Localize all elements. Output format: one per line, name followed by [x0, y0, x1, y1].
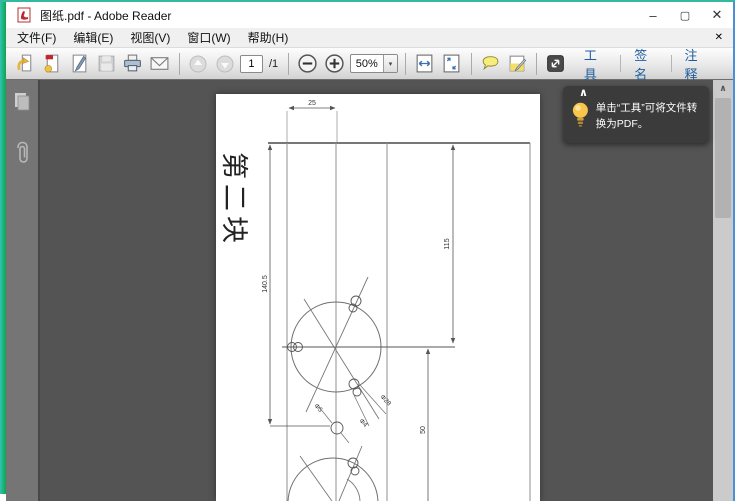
minus-circle-icon: [297, 53, 318, 74]
vertical-scrollbar[interactable]: ∧: [713, 80, 733, 501]
zoom-out-button[interactable]: [296, 51, 320, 76]
comment-panel-button[interactable]: 注释: [672, 45, 721, 83]
toolbar-separator: [471, 53, 472, 75]
fullscreen-button[interactable]: [544, 51, 568, 76]
toolbar-separator: [405, 53, 406, 75]
zoom-in-button[interactable]: [323, 51, 347, 76]
hole-phi5-label: Φ5: [313, 403, 324, 414]
toolbar-separator: [179, 53, 180, 75]
dim-right-label: 115: [444, 238, 451, 249]
page-count-label: /1: [269, 58, 278, 70]
fit-page-icon: [441, 53, 462, 74]
save-button[interactable]: [94, 51, 118, 76]
open-file-button[interactable]: [14, 51, 38, 76]
email-icon: [149, 53, 170, 74]
maximize-button[interactable]: ▢: [669, 3, 701, 27]
hole-phi4-label: Φ4: [358, 418, 369, 429]
fit-page-button[interactable]: [440, 51, 464, 76]
part-label: 第二块: [219, 152, 249, 248]
sign-pen-icon: [507, 53, 528, 74]
close-button[interactable]: ✕: [701, 3, 733, 27]
toolbar-separator: [288, 53, 289, 75]
create-pdf-icon: [42, 53, 63, 74]
toolbar-separator: [536, 53, 537, 75]
open-file-icon: [15, 53, 36, 74]
create-pdf-button[interactable]: [41, 51, 65, 76]
speech-bubble-icon: [480, 53, 501, 74]
edit-document-button[interactable]: [68, 51, 92, 76]
fit-width-button[interactable]: [413, 51, 437, 76]
tools-hint-popup: ∧ 单击“工具”可将文件转换为PDF。: [563, 86, 709, 143]
menu-view[interactable]: 视图(V): [128, 29, 172, 46]
scroll-up-icon[interactable]: ∧: [713, 80, 733, 96]
menu-file[interactable]: 文件(F): [15, 29, 58, 46]
attachments-icon[interactable]: [12, 140, 32, 166]
adobe-reader-icon: [16, 7, 32, 23]
lightbulb-icon: [571, 100, 590, 130]
window-right-border: [733, 2, 735, 501]
scrollbar-thumb[interactable]: [715, 98, 731, 218]
window-controls: – ▢ ✕: [637, 3, 733, 27]
sign-button[interactable]: [505, 51, 529, 76]
save-icon: [96, 53, 117, 74]
previous-page-button[interactable]: [186, 51, 210, 76]
comment-button[interactable]: [479, 51, 503, 76]
dim-top-label: 25: [308, 100, 316, 107]
toolbar: /1 50% ▾: [6, 47, 733, 80]
toolbar-panels: 工具 签名 注释: [571, 45, 721, 83]
minimize-button[interactable]: –: [637, 3, 669, 27]
plus-circle-icon: [324, 53, 345, 74]
next-page-button[interactable]: [213, 51, 237, 76]
sign-panel-button[interactable]: 签名: [621, 45, 670, 83]
zoom-level-control: 50% ▾: [350, 54, 399, 73]
menu-edit[interactable]: 编辑(E): [71, 29, 115, 46]
title-bar: 图纸.pdf - Adobe Reader – ▢ ✕: [6, 2, 733, 28]
dim-left-label: 140.5: [262, 275, 269, 293]
page-thumbnails-icon[interactable]: [11, 90, 33, 112]
tools-panel-button[interactable]: 工具: [571, 45, 620, 83]
technical-drawing: 第二块 25 140.5 115: [216, 94, 540, 501]
zoom-dropdown-button[interactable]: ▾: [383, 55, 397, 72]
zoom-level-value[interactable]: 50%: [351, 58, 383, 70]
pdf-page[interactable]: 第二块 25 140.5 115: [216, 94, 540, 501]
chevron-up-icon: ∧: [579, 86, 588, 99]
print-button[interactable]: [121, 51, 145, 76]
adobe-reader-window: 图纸.pdf - Adobe Reader – ▢ ✕ 文件(F) 编辑(E) …: [0, 0, 737, 501]
page-number-input[interactable]: [240, 55, 263, 73]
fit-width-icon: [414, 53, 435, 74]
arrow-down-icon: [215, 54, 235, 74]
edit-icon: [69, 53, 90, 74]
arrow-up-icon: [188, 54, 208, 74]
window-title: 图纸.pdf - Adobe Reader: [40, 7, 171, 24]
chevron-down-icon: ▾: [389, 60, 393, 68]
close-document-icon[interactable]: ✕: [715, 32, 723, 43]
navigation-sidebar: [6, 80, 40, 501]
fullscreen-arrows-icon: [545, 53, 566, 74]
print-icon: [122, 53, 143, 74]
menu-help[interactable]: 帮助(H): [246, 29, 291, 46]
dim-offset-label: 50: [420, 426, 427, 434]
email-button[interactable]: [148, 51, 172, 76]
hole-phi28-label: Φ28: [379, 394, 393, 408]
tooltip-message: 单击“工具”可将文件转换为PDF。: [596, 100, 701, 133]
menu-window[interactable]: 窗口(W): [185, 29, 232, 46]
